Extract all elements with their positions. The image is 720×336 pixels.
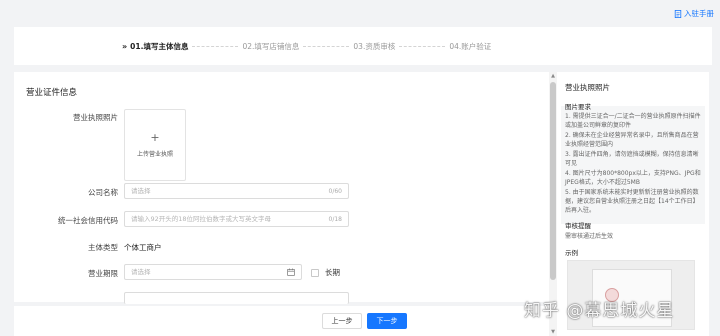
requirements-title: 图片要求 xyxy=(565,103,591,111)
requirement-item: 2. 确保未在企业经营异常名录中，且所售商品在营业执照经营范围内 xyxy=(565,132,699,149)
step-1-label: 01.填写主体信息 xyxy=(130,41,189,51)
step-1: » 01.填写主体信息 xyxy=(122,41,188,52)
requirement-item: 1. 需提供三证合一/二证合一的营业执照原件扫描件或加盖公司鲜章的复印件 xyxy=(565,113,701,130)
prev-button[interactable]: 上一步 xyxy=(322,313,362,329)
credit-code-input[interactable] xyxy=(131,215,329,223)
credit-code-count: 0/18 xyxy=(328,215,342,223)
sample-title: 示例 xyxy=(565,249,578,257)
upload-text: 上传营业执照 xyxy=(136,151,173,158)
scroll-up-icon[interactable]: ▲ xyxy=(549,72,557,80)
credit-code-field[interactable]: 0/18 xyxy=(124,211,349,227)
company-name-field[interactable]: 0/60 xyxy=(124,183,349,199)
company-name-label: 公司名称 xyxy=(88,188,118,197)
help-title: 营业执照照片 xyxy=(565,83,610,92)
requirements-box: 图片要求 1. 需提供三证合一/二证合一的营业执照原件扫描件或加盖公司鲜章的复印… xyxy=(561,103,705,224)
step-2-label: 02.填写店铺信息 xyxy=(242,41,300,51)
step-2: 02.填写店铺信息 xyxy=(242,41,299,52)
requirement-item: 3. 露出证件四角，请勿遮挡或模糊，保持信息清晰可见 xyxy=(565,151,699,168)
manual-link[interactable]: 入驻手册 xyxy=(674,8,714,19)
bottom-bar: 上一步 下一步 xyxy=(14,306,549,336)
step-3-label: 03.资质审核 xyxy=(353,41,396,51)
entity-type-label: 主体类型 xyxy=(88,243,118,252)
entity-type-value: 个体工商户 xyxy=(124,243,162,252)
business-term-field[interactable] xyxy=(124,264,302,280)
step-divider xyxy=(399,45,446,47)
form-card: 营业证件信息 营业执照照片 + 上传营业执照 公司名称 0/60 统一社会信用代… xyxy=(14,72,549,304)
manual-link-label[interactable]: 入驻手册 xyxy=(684,8,714,19)
step-3: 03.资质审核 xyxy=(353,41,395,52)
upload-license-button[interactable]: + 上传营业执照 xyxy=(124,109,186,181)
business-term-label: 营业期限 xyxy=(88,269,118,278)
review-text: 需审核通过后生效 xyxy=(565,233,614,240)
company-name-input[interactable] xyxy=(131,187,329,195)
credit-code-label: 统一社会信用代码 xyxy=(58,216,118,225)
requirement-item: 5. 由于国家系统未能实时更新新注册营业执照的数据，建议您自营业执照注册之日起【… xyxy=(565,189,699,215)
long-term-label: 长期 xyxy=(325,268,340,277)
calendar-icon[interactable] xyxy=(287,268,295,276)
long-term-checkbox[interactable]: 长期 xyxy=(311,267,340,278)
section-title: 营业证件信息 xyxy=(26,88,78,98)
next-button[interactable]: 下一步 xyxy=(367,313,407,329)
step-divider xyxy=(192,45,239,47)
scroll-down-icon[interactable]: ▼ xyxy=(549,328,557,336)
company-name-count: 0/60 xyxy=(328,187,342,195)
step-divider xyxy=(303,45,350,47)
watermark: 知乎 @幕思城火星 xyxy=(524,301,675,321)
requirement-item: 4. 图片尺寸为800*800px以上，支持PNG、JPG和JPEG格式，大小不… xyxy=(565,170,701,187)
scroll-thumb[interactable] xyxy=(550,82,556,280)
license-photo-label: 营业执照照片 xyxy=(73,113,118,122)
checkbox-box[interactable] xyxy=(311,268,319,277)
document-icon xyxy=(674,9,682,18)
chevron-right-icon: » xyxy=(122,41,128,51)
review-title: 审核提醒 xyxy=(565,222,591,230)
steps-bar: » 01.填写主体信息 02.填写店铺信息 03.资质审核 04.账户验证 xyxy=(14,27,712,65)
step-4: 04.账户验证 xyxy=(449,41,491,52)
top-bar: 入驻手册 xyxy=(0,0,720,24)
business-term-input[interactable] xyxy=(131,268,287,276)
plus-icon: + xyxy=(150,131,160,144)
step-4-label: 04.账户验证 xyxy=(449,41,492,51)
next-field-partial[interactable] xyxy=(124,292,349,304)
